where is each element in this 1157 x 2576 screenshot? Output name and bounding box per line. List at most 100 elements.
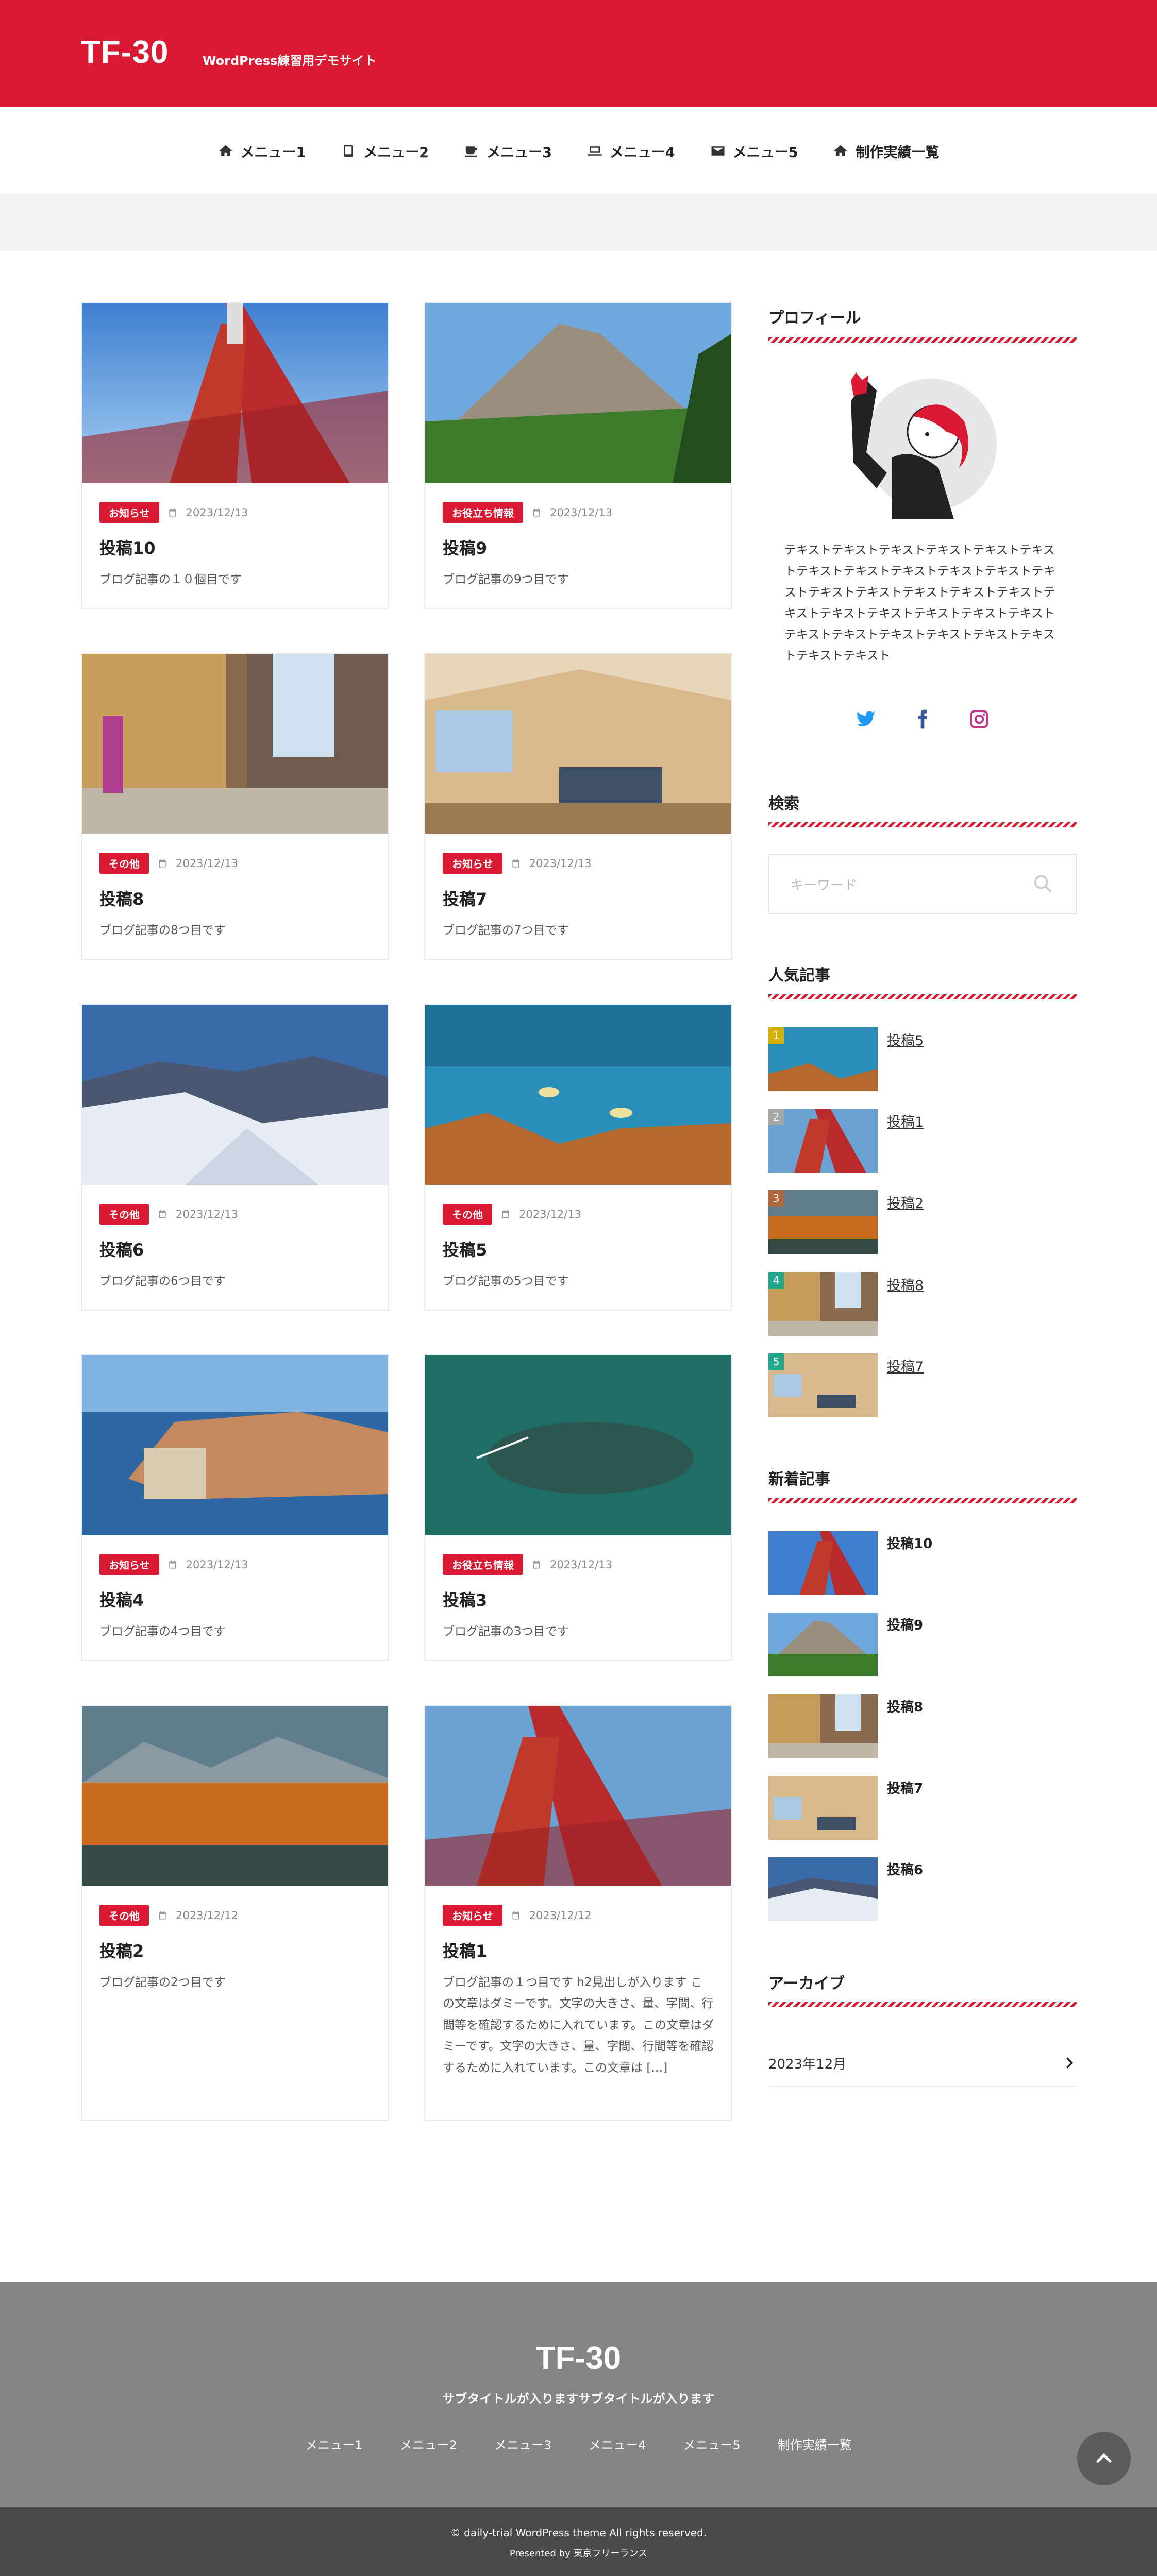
post-title[interactable]: 投稿6 <box>99 1237 388 1261</box>
post-card[interactable]: その他 2023/12/13 投稿6 ブログ記事の6つ目です <box>81 1004 389 1311</box>
post-thumbnail <box>82 303 388 483</box>
post-title[interactable]: 投稿1 <box>443 1938 731 1962</box>
twitter-icon[interactable] <box>856 709 876 730</box>
footer-nav-item[interactable]: 制作実績一覧 <box>778 2435 852 2453</box>
post-date: 2023/12/13 <box>550 1558 613 1571</box>
footer-nav-item[interactable]: メニュー1 <box>305 2435 362 2453</box>
post-card[interactable]: お知らせ 2023/12/13 投稿4 ブログ記事の4つ目です <box>81 1354 389 1661</box>
post-title[interactable]: 投稿4 <box>99 1587 388 1611</box>
footer-logo[interactable]: TF-30 <box>0 2340 1157 2377</box>
post-excerpt: ブログ記事の5つ目です <box>443 1275 569 1288</box>
recent-thumbnail <box>768 1531 878 1595</box>
popular-thumbnail <box>768 1353 878 1417</box>
footer-nav-item[interactable]: メニュー3 <box>494 2435 551 2453</box>
post-title[interactable]: 投稿8 <box>99 886 388 910</box>
category-badge[interactable]: その他 <box>99 1204 149 1225</box>
home-icon <box>219 145 232 156</box>
recent-link[interactable]: 投稿9 <box>887 1615 923 1634</box>
footer-nav-item[interactable]: メニュー4 <box>589 2435 646 2453</box>
post-card[interactable]: お知らせ 2023/12/12 投稿1 ブログ記事の１つ目です h2見出しが入り… <box>424 1705 732 2121</box>
breadcrumb-band <box>0 195 1157 251</box>
rank-badge: 1 <box>768 1027 784 1044</box>
search-icon[interactable] <box>1031 872 1055 896</box>
copyright-bar: © daily-trial WordPress theme All rights… <box>0 2507 1157 2576</box>
post-title[interactable]: 投稿7 <box>443 886 731 910</box>
nav-item-menu2[interactable]: メニュー2 <box>323 141 446 161</box>
category-badge[interactable]: その他 <box>99 1905 149 1926</box>
recent-item[interactable]: 投稿7 <box>768 1776 1077 1840</box>
post-excerpt: ブログ記事の9つ目です <box>443 573 569 586</box>
category-badge[interactable]: お知らせ <box>99 1554 159 1575</box>
category-badge[interactable]: お知らせ <box>99 502 159 523</box>
search-box[interactable]: キーワード <box>768 854 1077 914</box>
popular-link[interactable]: 投稿1 <box>887 1111 924 1131</box>
footer-nav-item[interactable]: メニュー5 <box>683 2435 740 2453</box>
calendar-icon <box>512 859 519 867</box>
category-badge[interactable]: お役立ち情報 <box>443 1554 523 1575</box>
nav-item-menu4[interactable]: メニュー4 <box>569 141 693 161</box>
post-card[interactable]: その他 2023/12/13 投稿8 ブログ記事の8つ目です <box>81 653 389 960</box>
nav-item-works[interactable]: 制作実績一覧 <box>815 141 957 161</box>
recent-item[interactable]: 投稿6 <box>768 1857 1077 1921</box>
widget-title-search: 検索 <box>768 795 799 813</box>
nav-item-menu3[interactable]: メニュー3 <box>446 141 569 161</box>
recent-link[interactable]: 投稿6 <box>887 1859 923 1878</box>
rank-badge: 5 <box>768 1353 784 1370</box>
post-card[interactable]: その他 2023/12/13 投稿5 ブログ記事の5つ目です <box>424 1004 732 1311</box>
category-badge[interactable]: お知らせ <box>443 853 502 874</box>
popular-link[interactable]: 投稿8 <box>887 1274 924 1294</box>
popular-item[interactable]: 1 投稿5 <box>768 1027 1077 1091</box>
post-excerpt: ブログ記事の6つ目です <box>99 1275 226 1288</box>
global-nav: メニュー1 メニュー2 メニュー3 メニュー4 メニュー5 制作実績一覧 <box>0 107 1157 195</box>
post-date: 2023/12/13 <box>176 857 239 870</box>
calendar-icon <box>533 508 540 516</box>
site-tagline: WordPress練習用デモサイト <box>203 54 377 68</box>
popular-link[interactable]: 投稿2 <box>887 1192 924 1212</box>
post-card[interactable]: お役立ち情報 2023/12/13 投稿9 ブログ記事の9つ目です <box>424 302 732 609</box>
archive-item[interactable]: 2023年12月 <box>768 2040 1077 2087</box>
category-badge[interactable]: お役立ち情報 <box>443 502 523 523</box>
popular-link[interactable]: 投稿5 <box>887 1029 924 1049</box>
post-excerpt: ブログ記事の１つ目です h2見出しが入ります この文章はダミーです。文字の大きさ… <box>443 1976 714 2075</box>
post-thumbnail <box>425 1355 731 1535</box>
back-to-top-button[interactable] <box>1077 2432 1131 2485</box>
popular-item[interactable]: 5 投稿7 <box>768 1353 1077 1417</box>
facebook-icon[interactable] <box>912 709 933 730</box>
post-title[interactable]: 投稿2 <box>99 1938 388 1962</box>
post-title[interactable]: 投稿3 <box>443 1587 731 1611</box>
category-badge[interactable]: お知らせ <box>443 1905 502 1926</box>
instagram-icon[interactable] <box>969 709 990 730</box>
category-badge[interactable]: その他 <box>443 1204 492 1225</box>
category-badge[interactable]: その他 <box>99 853 149 874</box>
recent-link[interactable]: 投稿7 <box>887 1778 923 1797</box>
recent-item[interactable]: 投稿9 <box>768 1613 1077 1676</box>
popular-thumbnail <box>768 1109 878 1173</box>
recent-item[interactable]: 投稿8 <box>768 1694 1077 1758</box>
recent-link[interactable]: 投稿10 <box>887 1533 932 1552</box>
site-logo[interactable]: TF-30 <box>81 34 169 71</box>
post-card[interactable]: お役立ち情報 2023/12/13 投稿3 ブログ記事の3つ目です <box>424 1354 732 1661</box>
popular-item[interactable]: 3 投稿2 <box>768 1190 1077 1254</box>
post-title[interactable]: 投稿9 <box>443 535 731 559</box>
post-card[interactable]: お知らせ 2023/12/13 投稿7 ブログ記事の7つ目です <box>424 653 732 960</box>
footer-nav-item[interactable]: メニュー2 <box>400 2435 457 2453</box>
post-card[interactable]: その他 2023/12/12 投稿2 ブログ記事の2つ目です <box>81 1705 389 2121</box>
post-card[interactable]: お知らせ 2023/12/13 投稿10 ブログ記事の１０個目です <box>81 302 389 609</box>
popular-item[interactable]: 2 投稿1 <box>768 1109 1077 1173</box>
search-input[interactable]: キーワード <box>790 875 857 894</box>
nav-item-menu5[interactable]: メニュー5 <box>693 141 816 161</box>
nav-item-menu1[interactable]: メニュー1 <box>200 141 324 161</box>
post-title[interactable]: 投稿5 <box>443 1237 731 1261</box>
calendar-icon <box>159 1210 166 1218</box>
recent-link[interactable]: 投稿8 <box>887 1697 923 1716</box>
post-date: 2023/12/12 <box>176 1909 239 1922</box>
recent-thumbnail <box>768 1613 878 1676</box>
widget-divider <box>768 337 1077 343</box>
home-icon <box>834 145 847 156</box>
post-title[interactable]: 投稿10 <box>99 535 388 559</box>
widget-title-profile: プロフィール <box>768 309 861 327</box>
widget-divider <box>768 822 1077 827</box>
popular-link[interactable]: 投稿7 <box>887 1355 924 1376</box>
popular-item[interactable]: 4 投稿8 <box>768 1272 1077 1336</box>
recent-item[interactable]: 投稿10 <box>768 1531 1077 1595</box>
